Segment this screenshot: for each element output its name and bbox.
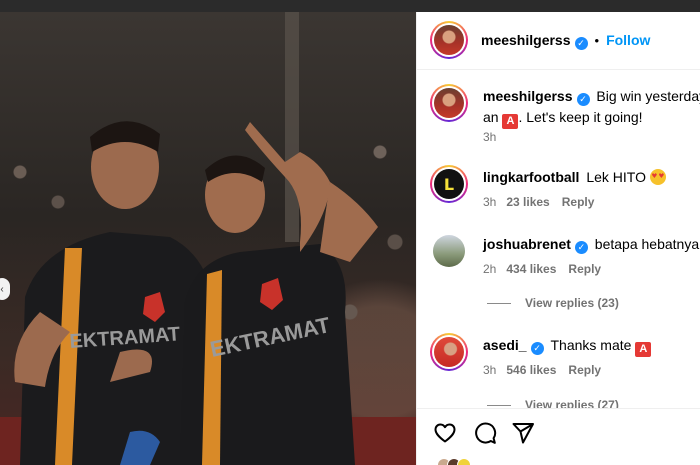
replies-divider (487, 303, 511, 305)
comment-likes[interactable]: 546 likes (506, 363, 556, 377)
view-replies-button[interactable]: View replies (23) (487, 296, 619, 310)
comment-avatar[interactable] (430, 333, 468, 371)
comment-avatar[interactable] (433, 235, 465, 267)
caption-text-2: . Let's keep it going! (518, 109, 643, 125)
chevron-left-icon: ‹ (0, 283, 4, 295)
a-badge-icon: A (502, 114, 519, 129)
reply-button[interactable]: Reply (568, 363, 601, 377)
heart-eyes-emoji-icon (649, 169, 666, 185)
comment-meta: 2h 434 likes Reply (483, 262, 601, 276)
comment-body: Lek HITO (586, 169, 646, 185)
verified-icon: ✓ (574, 241, 588, 254)
caption-line-2: an A. Let's keep it going! (483, 107, 643, 129)
verified-icon: ✓ (574, 37, 588, 50)
comment-avatar[interactable]: L (430, 165, 468, 203)
comment-time: 2h (483, 262, 497, 276)
header-separator: • (594, 33, 600, 48)
post-photo[interactable]: EKTRAMAT EKTRAMAT ‹ (0, 12, 416, 465)
header-user-line: meeshilgerss ✓ • Follow (481, 32, 650, 50)
comment-meta: 3h 23 likes Reply (483, 195, 594, 209)
author-username[interactable]: meeshilgerss (481, 32, 571, 48)
comment-likes[interactable]: 23 likes (506, 195, 549, 209)
post-header: meeshilgerss ✓ • Follow (417, 12, 700, 70)
comment-text: lingkarfootball Lek HITO (483, 167, 666, 188)
a-badge-icon: A (635, 342, 652, 357)
comment-text: joshuabrenet✓ betapa hebatnya Ar (483, 234, 700, 255)
lingkar-logo-icon: L (443, 174, 455, 194)
heart-icon[interactable] (433, 421, 457, 445)
comment-username[interactable]: lingkarfootball (483, 169, 579, 185)
comment-body: Thanks mate (550, 337, 632, 353)
comment-time: 3h (483, 195, 497, 209)
follow-button[interactable]: Follow (606, 32, 650, 48)
caption-line-1: meeshilgerss✓ Big win yesterday, 5 (483, 86, 700, 107)
comment-icon[interactable] (473, 421, 497, 445)
liked-by-avatars (437, 458, 477, 465)
comment-text: asedi_ ✓ Thanks mate A (483, 335, 652, 357)
reply-button[interactable]: Reply (562, 195, 595, 209)
caption-text-1: Big win yesterday, 5 (596, 88, 700, 104)
caption-time: 3h (483, 130, 497, 144)
caption-avatar[interactable] (430, 84, 468, 122)
replies-divider (487, 405, 511, 407)
post-actions-bar (417, 408, 700, 465)
caption-username[interactable]: meeshilgerss (483, 88, 573, 104)
comment-username[interactable]: joshuabrenet (483, 236, 571, 252)
comment-username[interactable]: asedi_ (483, 337, 527, 353)
comment-time: 3h (483, 363, 497, 377)
comment-likes[interactable]: 434 likes (506, 262, 556, 276)
share-icon[interactable] (511, 421, 535, 445)
verified-icon: ✓ (576, 93, 590, 106)
post-side-panel: meeshilgerss ✓ • Follow meeshilgerss ✓ Big w… (416, 12, 700, 465)
comment-body: betapa hebatnya Ar (594, 236, 700, 252)
view-replies-label: View replies (23) (525, 296, 619, 310)
reply-button[interactable]: Reply (568, 262, 601, 276)
author-avatar[interactable] (430, 21, 468, 59)
top-bar (0, 0, 700, 12)
comment-meta: 3h 546 likes Reply (483, 363, 601, 377)
caption-text-2-prefix: an (483, 109, 503, 125)
verified-icon: ✓ (530, 342, 544, 355)
players-illustration: EKTRAMAT EKTRAMAT (14, 121, 378, 465)
